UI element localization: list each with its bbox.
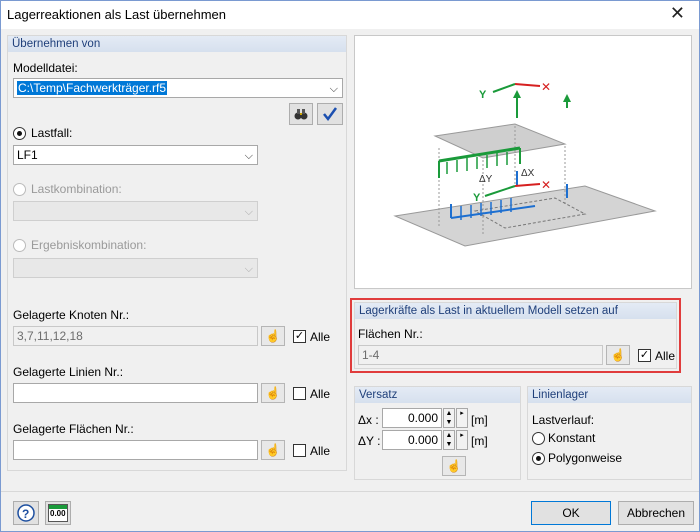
binoculars-icon <box>294 109 308 120</box>
polygonweise-radio[interactable] <box>532 452 545 465</box>
lastkombination-combobox[interactable]: ⌵ <box>13 201 258 221</box>
flaechen-label: Gelagerte Flächen Nr.: <box>13 422 134 436</box>
dy-menu-arrow[interactable]: ▸ <box>456 430 468 450</box>
dx-spinner[interactable]: ▲ ▼ <box>443 408 455 428</box>
support-reaction-illustration: ✕ Y ✕ Y ΔY ΔX <box>393 80 657 247</box>
lastverlauf-label: Lastverlauf: <box>532 413 595 427</box>
browse-button[interactable] <box>289 103 313 125</box>
footer-divider <box>1 491 699 492</box>
svg-text:✕: ✕ <box>541 80 551 94</box>
dx-label: Δx : <box>358 413 379 427</box>
dy-label: ΔY : <box>358 434 381 448</box>
pointer-icon: ☝ <box>265 386 281 400</box>
y-axis-label: Y <box>479 89 487 101</box>
pointer-icon: ☝ <box>446 459 462 473</box>
pointer-icon: ☝ <box>265 443 281 457</box>
close-icon[interactable]: ✕ <box>670 3 685 24</box>
chevron-down-icon: ⌵ <box>329 83 338 95</box>
dialog-window: Lagerreaktionen als Last übernehmen ✕ Üb… <box>0 0 700 532</box>
set-group-title: Lagerkräfte als Last in aktuellem Modell… <box>355 303 676 319</box>
dy-unit: [m] <box>471 434 488 448</box>
accept-button[interactable] <box>317 103 343 125</box>
calculator-button[interactable]: 0.00 <box>45 501 71 525</box>
window-title: Lagerreaktionen als Last übernehmen <box>7 7 226 22</box>
calculator-icon: 0.00 <box>48 504 68 522</box>
linien-label: Gelagerte Linien Nr.: <box>13 365 124 379</box>
title-bar: Lagerreaktionen als Last übernehmen ✕ <box>1 1 699 29</box>
illustration-panel: ✕ Y ✕ Y ΔY ΔX <box>354 35 692 289</box>
svg-text:✕: ✕ <box>541 178 551 192</box>
group-title: Übernehmen von <box>8 36 346 52</box>
pick-knoten-button[interactable]: ☝ <box>261 326 285 346</box>
knoten-label: Gelagerte Knoten Nr.: <box>13 308 130 322</box>
chevron-down-icon: ⌵ <box>244 263 253 275</box>
linien-alle-label: Alle <box>310 387 331 401</box>
cancel-button[interactable]: Abbrechen <box>618 501 694 525</box>
chevron-down-icon: ⌵ <box>244 150 253 162</box>
ergebniskombination-label: Ergebniskombination: <box>31 238 147 252</box>
y-axis-label-lower: Y <box>473 192 481 204</box>
pick-linien-button[interactable]: ☝ <box>261 383 285 403</box>
pick-flaechen-button[interactable]: ☝ <box>261 440 285 460</box>
dx-menu-arrow[interactable]: ▸ <box>456 408 468 428</box>
lastfall-radio[interactable] <box>13 127 26 140</box>
ok-button[interactable]: OK <box>531 501 611 525</box>
help-icon: ? <box>17 504 35 522</box>
chevron-down-icon: ⌵ <box>244 206 253 218</box>
help-button[interactable]: ? <box>13 501 39 525</box>
target-flaechen-label: Flächen Nr.: <box>358 327 423 341</box>
dy-input[interactable]: 0.000 <box>382 430 442 450</box>
linien-alle-checkbox[interactable] <box>293 387 306 400</box>
lastfall-value: LF1 <box>17 148 38 162</box>
checkmark-icon <box>323 107 338 122</box>
modelfile-label: Modelldatei: <box>13 61 78 75</box>
linien-input[interactable] <box>13 383 258 403</box>
dy-spinner[interactable]: ▲ ▼ <box>443 430 455 450</box>
flaechen-alle-label: Alle <box>310 444 331 458</box>
modelfile-value: C:\Temp\Fachwerkträger.rf5 <box>17 81 168 95</box>
svg-text:?: ? <box>22 507 29 521</box>
pick-target-flaechen-button[interactable]: ☝ <box>606 345 630 365</box>
dx-input[interactable]: 0.000 <box>382 408 442 428</box>
knoten-input[interactable]: 3,7,11,12,18 <box>13 326 258 346</box>
target-alle-checkbox[interactable]: ✓ <box>638 349 651 362</box>
modelfile-combobox[interactable]: C:\Temp\Fachwerkträger.rf5 ⌵ <box>13 78 343 98</box>
delta-y-label: ΔY <box>479 174 493 185</box>
dx-unit: [m] <box>471 413 488 427</box>
target-alle-label: Alle <box>655 349 676 363</box>
flaechen-input[interactable] <box>13 440 258 460</box>
konstant-label: Konstant <box>548 431 596 445</box>
flaechen-alle-checkbox[interactable] <box>293 444 306 457</box>
polygonweise-label: Polygonweise <box>548 451 623 465</box>
lastfall-label: Lastfall: <box>31 126 73 140</box>
target-flaechen-input[interactable]: 1-4 <box>358 345 603 365</box>
lastkombination-radio[interactable] <box>13 183 26 196</box>
uebernehmen-group: Übernehmen von <box>7 35 347 471</box>
konstant-radio[interactable] <box>532 432 545 445</box>
versatz-title: Versatz <box>355 387 520 403</box>
knoten-alle-checkbox[interactable]: ✓ <box>293 330 306 343</box>
pointer-icon: ☝ <box>610 348 626 362</box>
ergebniskombination-combobox[interactable]: ⌵ <box>13 258 258 278</box>
linienlager-title: Linienlager <box>528 387 691 403</box>
pointer-icon: ☝ <box>265 329 281 343</box>
lastkombination-label: Lastkombination: <box>31 182 122 196</box>
knoten-alle-label: Alle <box>310 330 331 344</box>
lastfall-combobox[interactable]: LF1 ⌵ <box>13 145 258 165</box>
delta-x-label: ΔX <box>521 168 535 179</box>
ergebniskombination-radio[interactable] <box>13 239 26 252</box>
pick-offset-button[interactable]: ☝ <box>442 456 466 476</box>
calculator-icon-text: 0.00 <box>50 509 66 518</box>
